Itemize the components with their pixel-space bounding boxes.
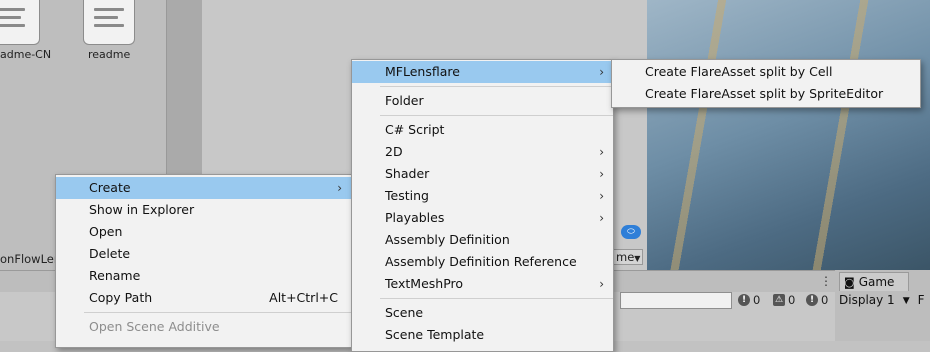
tab-game-label: Game: [858, 275, 895, 289]
error-counter[interactable]: ! 0: [806, 293, 828, 307]
menu-item-create-flareasset-by-cell[interactable]: Create FlareAsset split by Cell: [612, 61, 920, 83]
gamepad-icon: ◙: [844, 275, 855, 289]
menu-item-label: Rename: [89, 268, 141, 283]
shortcut-label: Alt+Ctrl+C: [269, 290, 338, 305]
menu-item-label: MFLensflare: [385, 64, 460, 79]
menu-item-textmeshpro[interactable]: TextMeshPro ›: [352, 273, 613, 295]
menu-item-label: TextMeshPro: [385, 276, 464, 291]
menu-item-label: Scene Template: [385, 327, 485, 342]
menu-item-label: Copy Path: [89, 290, 153, 305]
menu-item-testing[interactable]: Testing ›: [352, 185, 613, 207]
menu-item-label: Show in Explorer: [89, 202, 195, 217]
menu-item-label: Open: [89, 224, 123, 239]
menu-item-label: C# Script: [385, 122, 445, 137]
warning-icon: ⚠: [773, 294, 785, 306]
console-search-input[interactable]: [620, 292, 732, 309]
info-icon: !: [738, 294, 750, 306]
file-label-readme[interactable]: readme: [88, 48, 130, 61]
menu-item-mflensflare[interactable]: MFLensflare ›: [352, 61, 613, 83]
display-selector[interactable]: Display 1 ▼ F: [839, 293, 925, 309]
menu-item-delete[interactable]: Delete: [56, 243, 351, 265]
error-count: 0: [821, 293, 829, 307]
menu-item-label: Open Scene Additive: [89, 319, 220, 334]
menu-item-create-flareasset-by-spriteeditor[interactable]: Create FlareAsset split by SpriteEditor: [612, 83, 920, 105]
chevron-right-icon: ›: [599, 65, 604, 79]
menu-item-label: 2D: [385, 144, 403, 159]
menu-item-assembly-definition-reference[interactable]: Assembly Definition Reference: [352, 251, 613, 273]
file-icon[interactable]: [0, 0, 40, 45]
chevron-right-icon: ›: [599, 211, 604, 225]
file-icon[interactable]: [83, 0, 135, 45]
menu-item-label: Assembly Definition: [385, 232, 510, 247]
info-counter[interactable]: ! 0: [738, 293, 760, 307]
file-label-readme-cn[interactable]: adme-CN: [0, 48, 51, 61]
scene-dropdown[interactable]: me▼: [613, 249, 644, 265]
tag-icon[interactable]: ⬭: [621, 225, 641, 239]
chevron-right-icon: ›: [599, 277, 604, 291]
menu-separator: [84, 312, 351, 313]
menu-separator: [380, 86, 613, 87]
menu-item-label: Delete: [89, 246, 131, 261]
menu-item-scene-template[interactable]: Scene Template: [352, 324, 613, 346]
menu-item-copy-path[interactable]: Copy Path Alt+Ctrl+C: [56, 287, 351, 309]
project-context-menu: Create › Show in Explorer Open Delete Re…: [55, 174, 352, 348]
selected-asset-label[interactable]: onFlowLen: [0, 252, 61, 266]
chevron-right-icon: ›: [337, 181, 342, 195]
menu-item-shader[interactable]: Shader ›: [352, 163, 613, 185]
display-extra: F: [917, 293, 925, 307]
menu-item-playables[interactable]: Playables ›: [352, 207, 613, 229]
create-submenu: MFLensflare › Folder C# Script 2D › Shad…: [351, 59, 614, 352]
menu-item-label: Testing: [385, 188, 429, 203]
display-dropdown-icon: ▼: [902, 296, 910, 306]
dropdown-arrow-icon: ▼: [634, 254, 641, 263]
chevron-right-icon: ›: [599, 189, 604, 203]
menu-item-rename[interactable]: Rename: [56, 265, 351, 287]
scene-view[interactable]: [647, 0, 930, 270]
menu-item-label: Folder: [385, 93, 424, 108]
error-icon: !: [806, 294, 818, 306]
menu-item-folder[interactable]: Folder: [352, 90, 613, 112]
menu-item-scene[interactable]: Scene: [352, 302, 613, 324]
menu-item-label: Shader: [385, 166, 430, 181]
tab-game[interactable]: ◙ Game: [839, 272, 909, 291]
menu-item-create-label: Create: [89, 180, 131, 195]
menu-separator: [380, 298, 613, 299]
warning-count: 0: [788, 293, 796, 307]
menu-item-create[interactable]: Create ›: [56, 177, 351, 199]
menu-item-label: Playables: [385, 210, 445, 225]
menu-item-show-in-explorer[interactable]: Show in Explorer: [56, 199, 351, 221]
menu-item-assembly-definition[interactable]: Assembly Definition: [352, 229, 613, 251]
menu-item-open-scene-additive: Open Scene Additive: [56, 316, 351, 338]
menu-item-label: Scene: [385, 305, 424, 320]
chevron-right-icon: ›: [599, 167, 604, 181]
menu-separator: [380, 115, 613, 116]
menu-item-open[interactable]: Open: [56, 221, 351, 243]
menu-item-label: Create FlareAsset split by Cell: [645, 64, 833, 79]
more-options-icon[interactable]: ⋮: [820, 274, 832, 288]
chevron-right-icon: ›: [599, 145, 604, 159]
menu-item-label: Assembly Definition Reference: [385, 254, 577, 269]
info-count: 0: [753, 293, 761, 307]
menu-item-2d[interactable]: 2D ›: [352, 141, 613, 163]
scene-dropdown-label: me: [616, 250, 635, 264]
menu-item-label: Create FlareAsset split by SpriteEditor: [645, 86, 884, 101]
mflensflare-submenu: Create FlareAsset split by Cell Create F…: [611, 59, 921, 108]
display-label: Display 1: [839, 293, 895, 307]
menu-item-csharp-script[interactable]: C# Script: [352, 119, 613, 141]
warning-counter[interactable]: ⚠ 0: [773, 293, 795, 307]
